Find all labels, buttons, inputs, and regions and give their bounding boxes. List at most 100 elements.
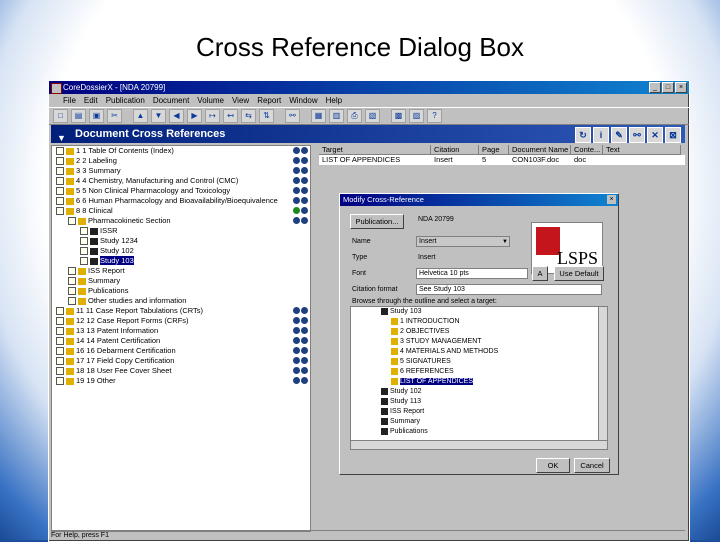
checkbox-icon[interactable] (80, 247, 88, 256)
menu-item-volume[interactable]: Volume (197, 94, 224, 107)
column-header[interactable]: Page (479, 145, 509, 155)
tree-item[interactable]: ISSR (52, 226, 310, 236)
tree-item[interactable]: 12 12 Case Report Forms (CRFs) (52, 316, 310, 326)
tree-item[interactable]: 2 2 Labeling (52, 156, 310, 166)
outline-item[interactable]: 6 REFERENCES (351, 367, 607, 377)
checkbox-icon[interactable] (56, 187, 64, 196)
info-icon[interactable]: i (593, 127, 609, 143)
menu-item-document[interactable]: Document (153, 94, 189, 107)
outline-item[interactable]: 1 INTRODUCTION (351, 317, 607, 327)
menu-item-help[interactable]: Help (326, 94, 342, 107)
outline-item[interactable]: 5 SIGNATURES (351, 357, 607, 367)
arrow-down-icon[interactable]: ▼ (151, 109, 166, 123)
horizontal-scrollbar[interactable] (351, 440, 607, 449)
tree-item[interactable]: 6 6 Human Pharmacology and Bioavailabili… (52, 196, 310, 206)
dialog-close-icon[interactable]: × (607, 195, 616, 204)
tree-item[interactable]: 17 17 Field Copy Certification (52, 356, 310, 366)
outline-item[interactable]: Publications (351, 427, 607, 437)
tree-item[interactable]: Study 1234 (52, 236, 310, 246)
outline-item[interactable]: 4 MATERIALS AND METHODS (351, 347, 607, 357)
outline-item[interactable]: Study 113 (351, 397, 607, 407)
checkbox-icon[interactable] (80, 237, 88, 246)
use-default-button[interactable]: Use Default (554, 266, 604, 281)
menu-item-window[interactable]: Window (289, 94, 317, 107)
tree-item[interactable]: 19 19 Other (52, 376, 310, 386)
tree-item[interactable]: ISS Report (52, 266, 310, 276)
print-icon[interactable]: ⎙ (347, 109, 362, 123)
tree-item[interactable]: 3 3 Summary (52, 166, 310, 176)
checkbox-icon[interactable] (56, 347, 64, 356)
tree-item[interactable]: Other studies and information (52, 296, 310, 306)
menu-item-edit[interactable]: Edit (84, 94, 98, 107)
table-row[interactable]: LIST OF APPENDICES Insert 5 CON103F.doc doc (319, 155, 685, 165)
outline-item[interactable]: 2 OBJECTIVES (351, 327, 607, 337)
checkbox-icon[interactable] (80, 257, 88, 266)
new-icon[interactable]: □ (53, 109, 68, 123)
outline-item[interactable]: 3 STUDY MANAGEMENT (351, 337, 607, 347)
vertical-scrollbar[interactable] (598, 307, 607, 449)
checkbox-icon[interactable] (56, 167, 64, 176)
outline-item[interactable]: Summary (351, 417, 607, 427)
checkbox-icon[interactable] (56, 327, 64, 336)
column-header[interactable]: Text (603, 145, 681, 155)
menu-item-publication[interactable]: Publication (106, 94, 145, 107)
tree-item[interactable]: Summary (52, 276, 310, 286)
checkbox-icon[interactable] (56, 337, 64, 346)
tree-item[interactable]: 8 8 Clinical (52, 206, 310, 216)
outline-item[interactable]: LIST OF APPENDICES (351, 377, 607, 387)
cascade-icon[interactable]: ▨ (409, 109, 424, 123)
column-header[interactable]: Document Name (509, 145, 571, 155)
checkbox-icon[interactable] (56, 147, 64, 156)
delete-icon[interactable]: ✕ (647, 127, 663, 143)
cancel-button[interactable]: Cancel (574, 458, 610, 473)
cut-icon[interactable]: ✂ (107, 109, 122, 123)
checkbox-icon[interactable] (68, 277, 76, 286)
move-icon[interactable]: ⇆ (241, 109, 256, 123)
indent-icon[interactable]: ↦ (205, 109, 220, 123)
report-icon[interactable]: ▥ (329, 109, 344, 123)
checkbox-icon[interactable] (56, 377, 64, 386)
open-icon[interactable]: ▤ (71, 109, 86, 123)
checkbox-icon[interactable] (56, 367, 64, 376)
checkbox-icon[interactable] (68, 267, 76, 276)
maximize-icon[interactable]: □ (662, 82, 674, 93)
checkbox-icon[interactable] (68, 287, 76, 296)
checkbox-icon[interactable] (56, 207, 64, 216)
link-icon[interactable]: ⚯ (629, 127, 645, 143)
checkbox-icon[interactable] (56, 317, 64, 326)
tree-item[interactable]: 18 18 User Fee Cover Sheet (52, 366, 310, 376)
close-panel-icon[interactable]: ⊠ (665, 127, 681, 143)
ok-button[interactable]: OK (536, 458, 570, 473)
target-outline[interactable]: Study 103 1 INTRODUCTION 2 OBJECTIVES 3 STU… (350, 306, 608, 450)
outline-item[interactable]: ISS Report (351, 407, 607, 417)
minimize-icon[interactable]: _ (649, 82, 661, 93)
tree-item[interactable]: 13 13 Patent Information (52, 326, 310, 336)
tree-item[interactable]: Publications (52, 286, 310, 296)
edit-icon[interactable]: ✎ (611, 127, 627, 143)
checkbox-icon[interactable] (56, 157, 64, 166)
checkbox-icon[interactable] (56, 177, 64, 186)
menu-item-view[interactable]: View (232, 94, 249, 107)
column-header[interactable]: Citation (431, 145, 479, 155)
citation-format-field[interactable]: See Study 103 (416, 284, 602, 295)
arrow-up-icon[interactable]: ▲ (133, 109, 148, 123)
help-icon[interactable]: ? (427, 109, 442, 123)
menu-item-report[interactable]: Report (257, 94, 281, 107)
checkbox-icon[interactable] (80, 227, 88, 236)
save-icon[interactable]: ▣ (89, 109, 104, 123)
tile-icon[interactable]: ▩ (391, 109, 406, 123)
menu-item-file[interactable]: File (63, 94, 76, 107)
tree-item[interactable]: 16 16 Debarment Certification (52, 346, 310, 356)
outline-item[interactable]: Study 102 (351, 387, 607, 397)
document-icon[interactable]: ▦ (311, 109, 326, 123)
properties-icon[interactable]: ▧ (365, 109, 380, 123)
font-field[interactable]: Helvetica 10 pts (416, 268, 528, 279)
swap-icon[interactable]: ⇅ (259, 109, 274, 123)
dialog-titlebar[interactable]: Modify Cross-Reference × (340, 194, 618, 206)
outline-item[interactable]: Study 103 (351, 307, 607, 317)
tree-item[interactable]: 4 4 Chemistry, Manufacturing and Control… (52, 176, 310, 186)
window-titlebar[interactable]: CoreDossierX - [NDA 20799] _ □ × (49, 81, 689, 94)
document-tree[interactable]: 1 1 Table Of Contents (Index) 2 2 Labelin… (51, 145, 311, 532)
tree-item[interactable]: 1 1 Table Of Contents (Index) (52, 146, 310, 156)
checkbox-icon[interactable] (68, 297, 76, 306)
